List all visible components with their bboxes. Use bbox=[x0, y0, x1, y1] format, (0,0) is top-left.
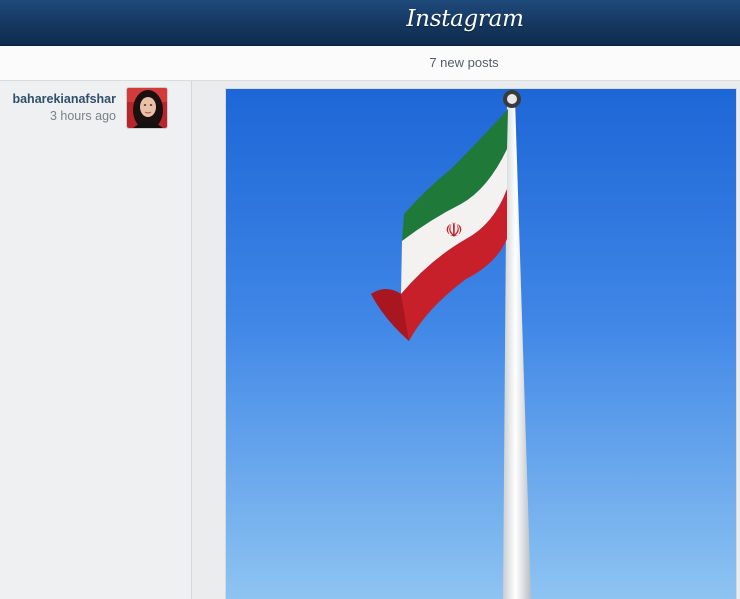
top-navigation-bar: Instagram bbox=[0, 0, 740, 46]
post-timestamp[interactable]: 3 hours ago bbox=[50, 109, 116, 123]
avatar-image bbox=[127, 88, 167, 128]
user-avatar[interactable] bbox=[127, 88, 167, 128]
flag-pole-photo: ☫ bbox=[226, 89, 736, 599]
post-author-sidebar bbox=[0, 81, 192, 599]
new-posts-bar[interactable]: 7 new posts bbox=[0, 46, 740, 81]
post-username[interactable]: baharekianafshar bbox=[12, 92, 116, 106]
new-posts-link[interactable]: 7 new posts bbox=[0, 55, 740, 70]
svg-text:☫: ☫ bbox=[445, 218, 463, 242]
instagram-logo[interactable]: Instagram bbox=[0, 6, 740, 32]
post-photo[interactable]: ☫ bbox=[226, 89, 736, 599]
